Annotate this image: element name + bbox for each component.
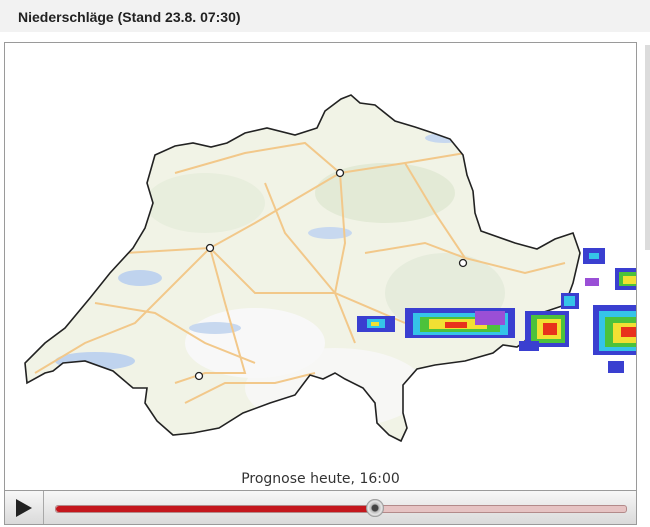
play-icon — [16, 499, 32, 517]
scrollbar-strip — [645, 45, 650, 250]
timeline-slider[interactable] — [55, 499, 627, 517]
player-controls — [5, 490, 636, 524]
switzerland-precipitation-map — [5, 43, 636, 490]
radar-viewer: Prognose heute, 16:00 — [4, 42, 637, 525]
panel-title: Niederschläge (Stand 23.8. 07:30) — [18, 9, 241, 25]
timeline-progress — [56, 506, 375, 512]
forecast-time-label: Prognose heute, 16:00 — [241, 471, 400, 487]
play-button[interactable] — [5, 491, 44, 524]
timeline-handle[interactable] — [366, 499, 384, 517]
panel-header: Niederschläge (Stand 23.8. 07:30) — [0, 0, 650, 32]
